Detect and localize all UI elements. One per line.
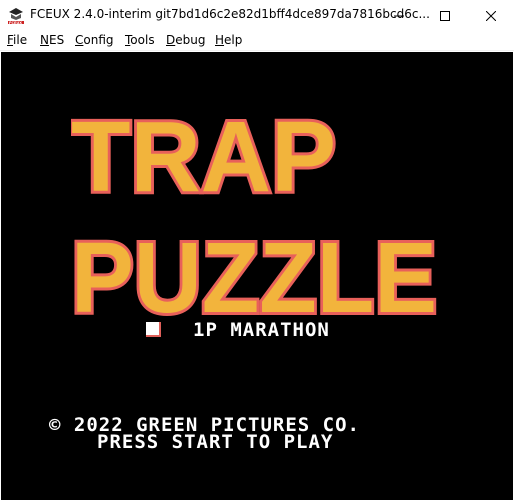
- game-screen[interactable]: TRAP PUZZLE 1P MARATHON © 2022 GREEN PIC…: [1, 52, 513, 500]
- logo-line-2-text: PUZZLE: [71, 222, 437, 330]
- menu-tools-label: ools: [130, 33, 155, 47]
- menu-bar: File NES Config Tools Debug Help: [0, 31, 514, 51]
- window-title: FCEUX 2.4.0-interim git7bd1d6c2e82d1bff4…: [30, 7, 430, 21]
- menu-help-accel: H: [215, 33, 225, 47]
- menu-config[interactable]: Config: [75, 33, 114, 47]
- menu-cursor: [146, 322, 161, 337]
- maximize-button[interactable]: [422, 0, 468, 31]
- logo-line-1: TRAP: [71, 98, 339, 216]
- menu-debug-label: ebug: [175, 33, 206, 47]
- title-bar[interactable]: FCEUX FCEUX 2.4.0-interim git7bd1d6c2e82…: [0, 0, 514, 31]
- menu-help-label: elp: [224, 33, 243, 47]
- menu-help[interactable]: Help: [215, 33, 242, 47]
- menu-file[interactable]: File: [7, 33, 27, 47]
- svg-text:FCEUX: FCEUX: [9, 21, 22, 25]
- menu-config-label: onfig: [83, 33, 114, 47]
- logo-line-2: PUZZLE: [71, 219, 440, 330]
- logo-line-1-text: TRAP: [71, 101, 336, 213]
- menu-nes[interactable]: NES: [40, 33, 64, 47]
- close-icon: [486, 10, 496, 21]
- menu-nes-label: ES: [48, 33, 65, 47]
- menu-nes-accel: N: [40, 33, 49, 47]
- menu-option-1p-marathon[interactable]: 1P MARATHON: [193, 319, 330, 341]
- menu-tools[interactable]: Tools: [125, 33, 155, 47]
- close-button[interactable]: [468, 0, 514, 31]
- fceux-app-icon: FCEUX: [8, 8, 24, 25]
- minimize-icon: [394, 15, 404, 16]
- menu-debug[interactable]: Debug: [166, 33, 205, 47]
- minimize-button[interactable]: [376, 0, 422, 31]
- menu-file-label: ile: [13, 33, 28, 47]
- menu-debug-accel: D: [166, 33, 176, 47]
- game-logo: TRAP PUZZLE: [71, 98, 440, 330]
- maximize-icon: [440, 10, 450, 21]
- press-start-prompt: PRESS START TO PLAY: [97, 431, 334, 453]
